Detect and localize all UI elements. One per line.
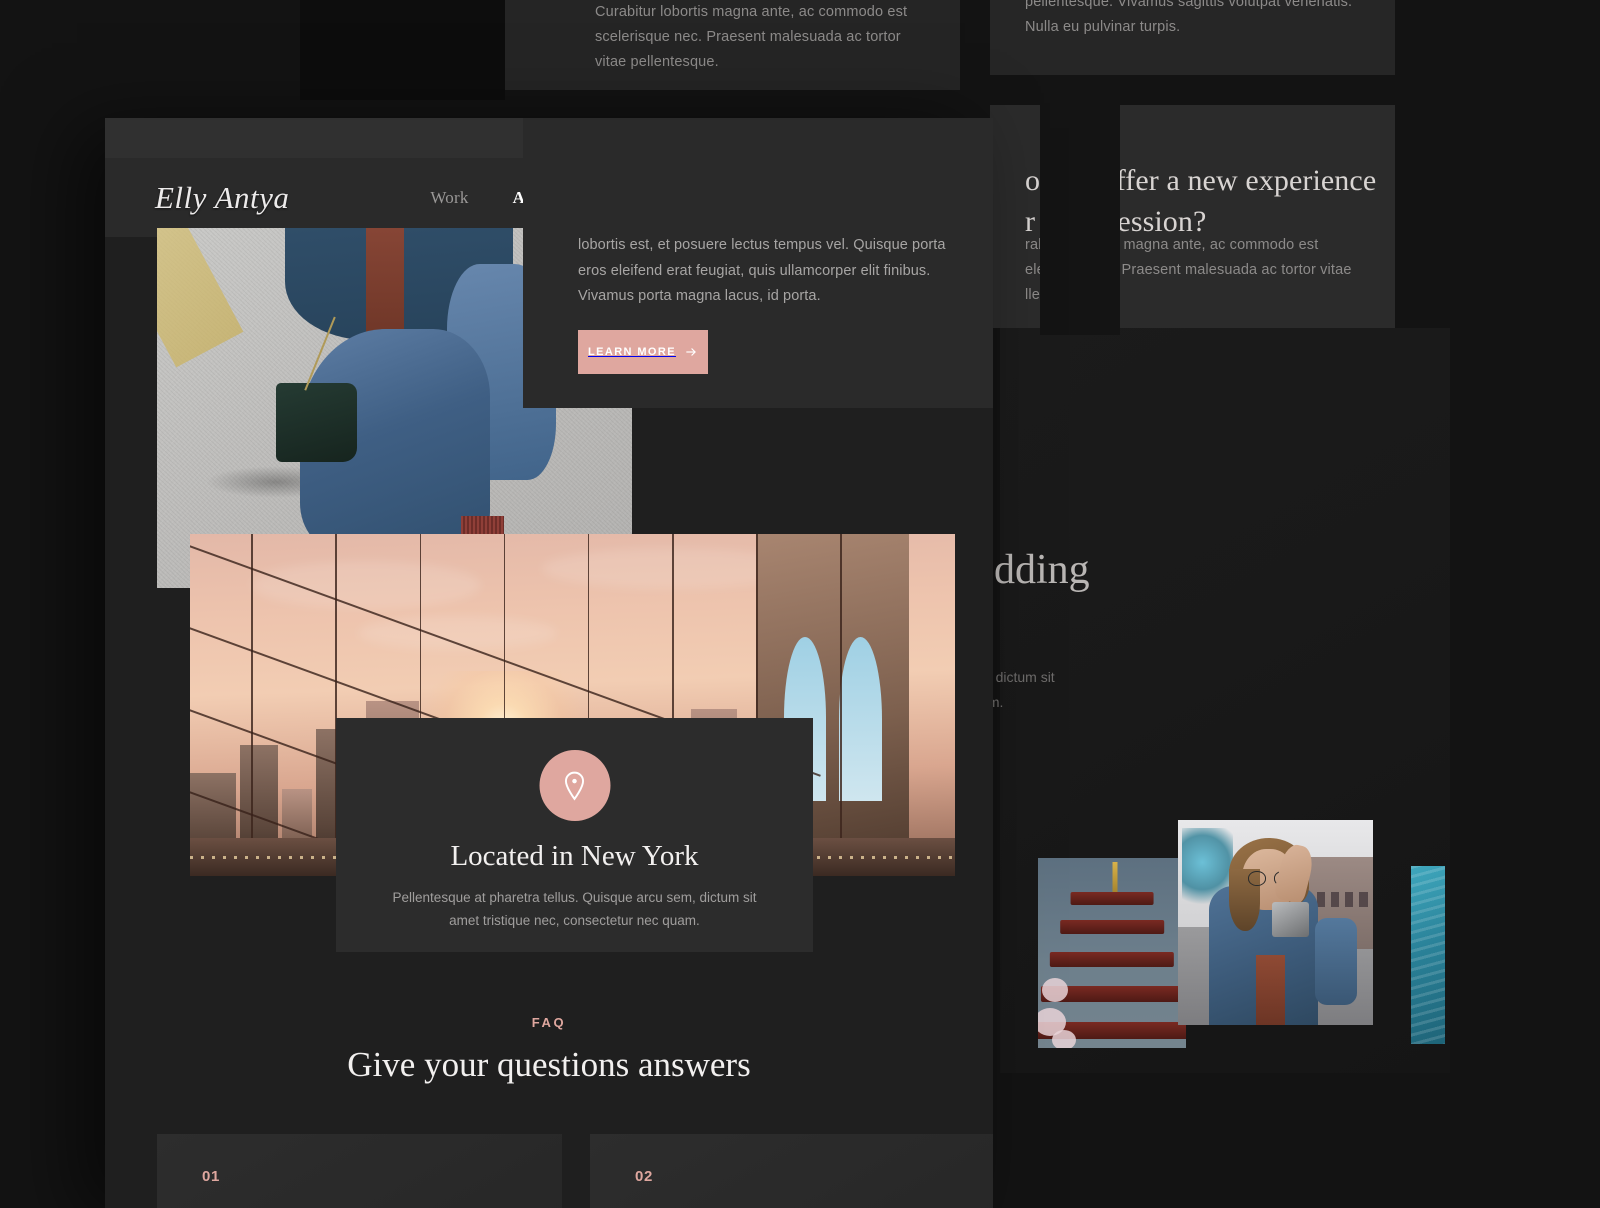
main-browser-window: Elly Antya Work About Contact News Follo… [105, 118, 993, 1208]
background-panel-top-right: pellentesque. Vivamus sagittis volutpat … [990, 0, 1395, 75]
arrow-right-icon [684, 345, 698, 359]
nav-item-work[interactable]: Work [430, 188, 468, 208]
background-dark-strip [300, 0, 505, 100]
screenshot-stage: Curabitur lobortis magna ante, ac commod… [0, 0, 1600, 1208]
background-wedding-heading-2: ? [945, 596, 1330, 647]
hero-text-card: lobortis est, et posuere lectus tempus v… [523, 118, 993, 408]
location-card: Located in New York Pellentesque at phar… [336, 718, 813, 952]
background-top-left-text: Curabitur lobortis magna ante, ac commod… [595, 0, 925, 75]
background-dark-block [1040, 75, 1120, 335]
faq-number: 01 [202, 1168, 220, 1185]
location-subtitle: Pellentesque at pharetra tellus. Quisque… [386, 886, 763, 932]
faq-eyebrow: FAQ [105, 1015, 993, 1030]
background-wedding-body: rcu sem, dictum sit nec quam. [938, 665, 1330, 714]
faq-number: 02 [635, 1168, 653, 1185]
background-top-right-text: pellentesque. Vivamus sagittis volutpat … [1025, 0, 1375, 40]
location-title: Located in New York [336, 840, 813, 873]
photo-woman-photographer [1178, 820, 1373, 1025]
photo-stone-texture [1373, 858, 1411, 1045]
learn-more-label: LEARN MORE [588, 346, 676, 358]
faq-card-02[interactable]: 02 [590, 1134, 993, 1208]
background-wedding-section: wedding ? rcu sem, dictum sit nec quam. [1000, 545, 1330, 714]
hero-body-text: lobortis est, et posuere lectus tempus v… [578, 233, 968, 310]
photo-teal-fabric [1411, 866, 1445, 1044]
background-panel-top-left: Curabitur lobortis magna ante, ac commod… [505, 0, 960, 90]
learn-more-button[interactable]: LEARN MORE [578, 330, 708, 374]
faq-title: Give your questions answers [105, 1045, 993, 1085]
faq-card-01[interactable]: 01 [157, 1134, 562, 1208]
site-logo[interactable]: Elly Antya [155, 180, 289, 216]
photo-pagoda-cherry-blossom [1038, 858, 1186, 1048]
map-pin-icon [539, 750, 610, 821]
background-wedding-heading: wedding [945, 545, 1330, 596]
